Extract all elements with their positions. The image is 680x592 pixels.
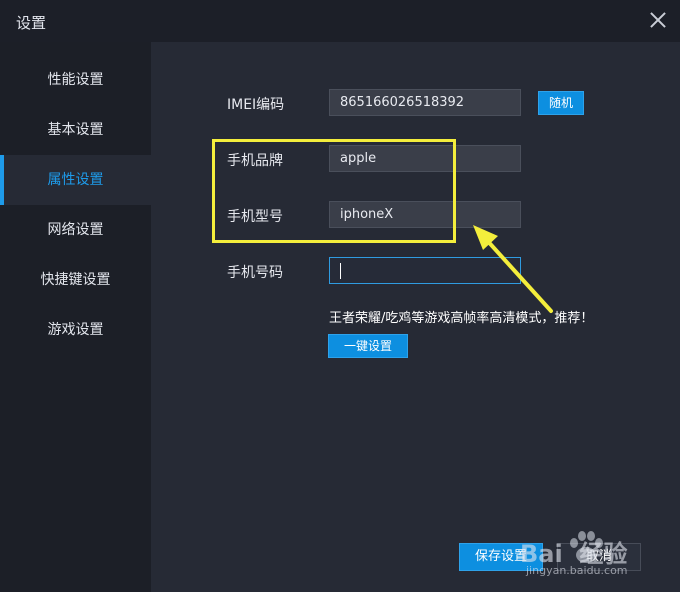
arrow-annotation <box>473 225 553 313</box>
watermark-url: jingyan.baidu.com <box>526 564 628 577</box>
arrow-shaft <box>482 235 553 313</box>
settings-window: 设置 性能设置 基本设置 属性设置 网络设置 快捷键设置 游戏设置 IMEI编码… <box>0 0 680 592</box>
